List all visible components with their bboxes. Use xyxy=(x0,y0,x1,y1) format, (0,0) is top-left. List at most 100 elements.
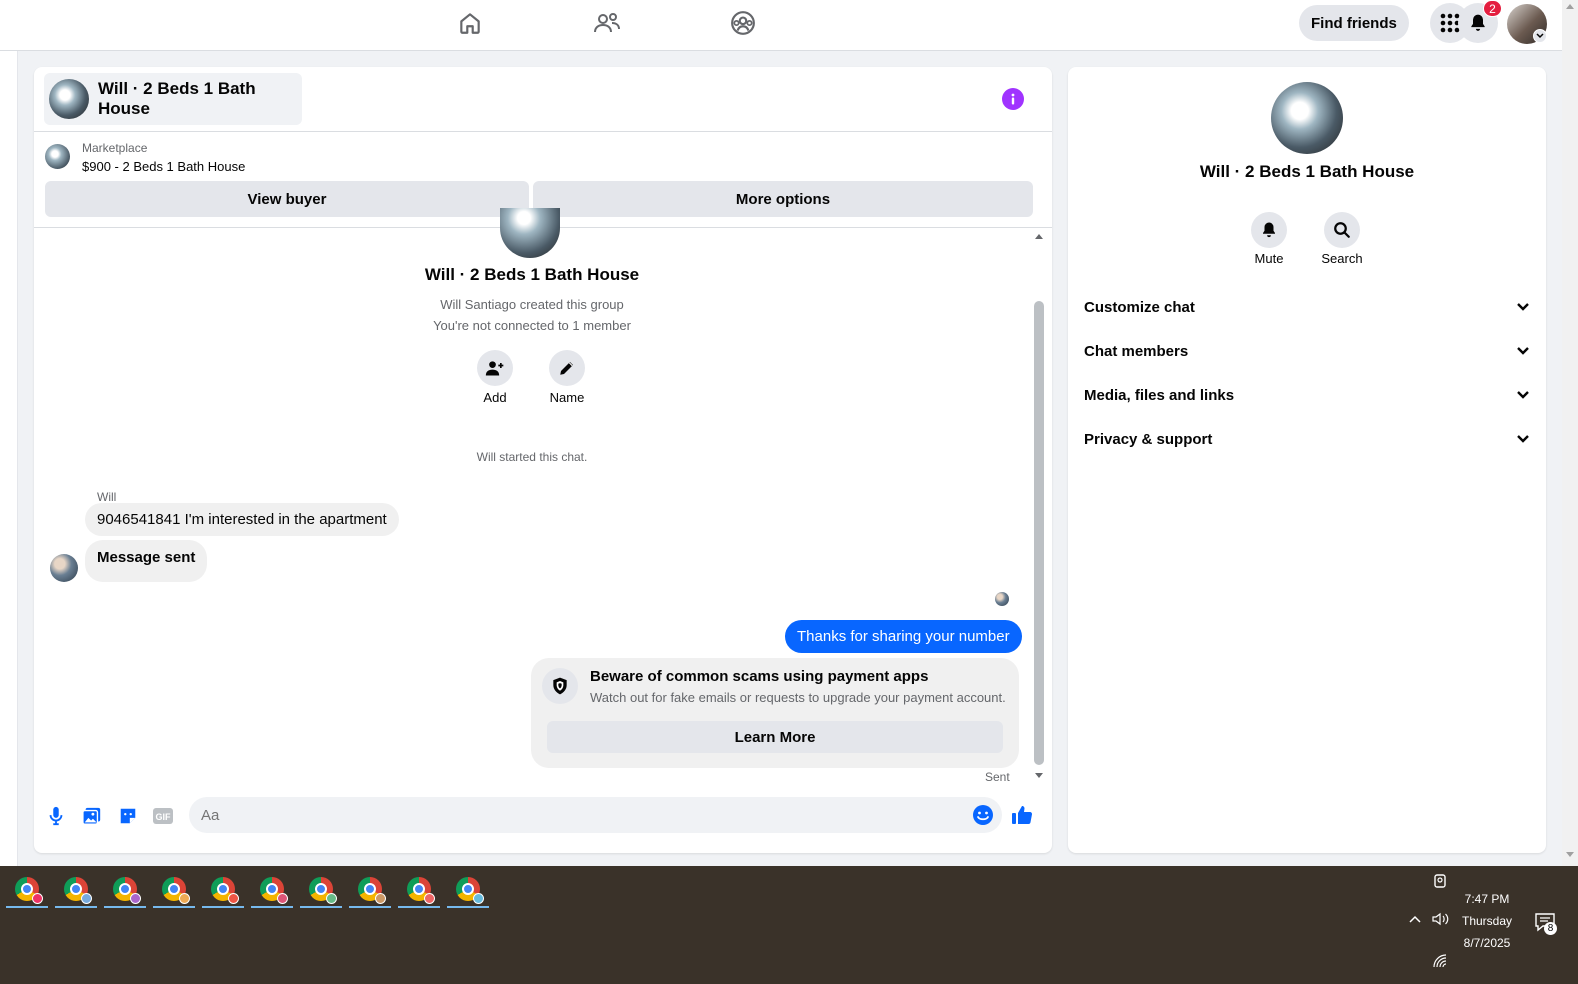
search-icon xyxy=(1334,222,1350,238)
group-avatar xyxy=(49,79,89,119)
scam-warning-title: Beware of common scams using payment app… xyxy=(590,668,929,685)
profile-badge-icon xyxy=(32,893,43,904)
profile-badge-icon xyxy=(424,893,435,904)
chrome-taskbar-button[interactable] xyxy=(55,872,97,908)
media-files-links-section[interactable]: Media, files and links xyxy=(1084,377,1530,413)
learn-more-button[interactable]: Learn More xyxy=(547,721,1003,753)
profile-badge-icon xyxy=(277,893,288,904)
chrome-taskbar-button[interactable] xyxy=(300,872,342,908)
profile-badge-icon xyxy=(473,893,484,904)
friends-icon[interactable] xyxy=(589,8,625,38)
info-group-avatar xyxy=(1271,82,1343,154)
meet-now-icon[interactable] xyxy=(1433,873,1447,889)
section-label: Privacy & support xyxy=(1084,430,1213,448)
page-scrollbar[interactable] xyxy=(1562,0,1578,866)
top-navigation: Find friends 2 xyxy=(0,0,1562,51)
notification-badge: 2 xyxy=(1483,0,1502,17)
chrome-icon xyxy=(309,877,337,904)
wifi-icon[interactable] xyxy=(1433,954,1447,968)
message-bubble[interactable]: 9046541841 I'm interested in the apartme… xyxy=(85,503,399,536)
chat-info-panel: Will · 2 Beds 1 Bath House Mute Search C… xyxy=(1068,67,1546,853)
sender-name: Will xyxy=(97,490,117,504)
volume-icon[interactable] xyxy=(1432,912,1450,926)
chevron-down-icon xyxy=(1517,435,1529,443)
notification-center-icon[interactable]: 8 xyxy=(1534,912,1558,935)
chrome-icon xyxy=(162,877,190,904)
message-scrollbar[interactable] xyxy=(1034,228,1046,788)
info-title: Will · 2 Beds 1 Bath House xyxy=(1199,162,1415,181)
message-composer: GIF xyxy=(34,792,1052,842)
search-button[interactable] xyxy=(1324,212,1360,248)
photo-icon[interactable] xyxy=(81,805,103,827)
clock-day[interactable]: Thursday xyxy=(1449,914,1525,928)
chrome-taskbar-button[interactable] xyxy=(153,872,195,908)
profile-badge-icon xyxy=(326,893,337,904)
customize-chat-section[interactable]: Customize chat xyxy=(1084,289,1530,325)
conversation-header: Will · 2 Beds 1 Bath House xyxy=(34,67,1052,132)
chat-started-note: Will started this chat. xyxy=(476,450,588,464)
profile-badge-icon xyxy=(179,893,190,904)
info-icon[interactable] xyxy=(1002,88,1024,110)
conversation-title: Will · 2 Beds 1 Bath House xyxy=(98,79,256,118)
add-member-button[interactable] xyxy=(477,350,513,386)
section-label: Media, files and links xyxy=(1084,386,1235,404)
pencil-icon xyxy=(560,362,573,375)
clock-date[interactable]: 8/7/2025 xyxy=(1449,936,1525,950)
chrome-taskbar-button[interactable] xyxy=(6,872,48,908)
conversation-panel: Will · 2 Beds 1 Bath House Marketplace $… xyxy=(34,67,1052,853)
outgoing-message-bubble[interactable]: Thanks for sharing your number xyxy=(785,620,1022,653)
add-label: Add xyxy=(483,390,507,405)
more-options-button[interactable]: More options xyxy=(533,181,1033,217)
emoji-icon[interactable] xyxy=(972,804,994,826)
read-receipt-avatar xyxy=(995,592,1009,606)
chrome-icon xyxy=(15,877,43,904)
message-bubble[interactable]: Message sent xyxy=(85,540,208,582)
chrome-icon xyxy=(113,877,141,904)
listing-title: $900 - 2 Beds 1 Bath House xyxy=(82,159,246,174)
intro-group-avatar xyxy=(500,208,560,258)
chrome-taskbar-button[interactable] xyxy=(251,872,293,908)
sticker-icon[interactable] xyxy=(117,805,139,827)
left-rail xyxy=(0,51,18,866)
chevron-up-icon[interactable] xyxy=(1408,914,1422,924)
scrollbar-thumb[interactable] xyxy=(1034,301,1044,765)
scam-warning-card: Beware of common scams using payment app… xyxy=(531,658,1019,768)
chat-members-section[interactable]: Chat members xyxy=(1084,333,1530,369)
sender-avatar[interactable] xyxy=(50,554,78,582)
thumbs-up-icon[interactable] xyxy=(1010,803,1034,827)
rename-button[interactable] xyxy=(549,350,585,386)
privacy-support-section[interactable]: Privacy & support xyxy=(1084,421,1530,457)
message-input[interactable] xyxy=(189,797,1002,833)
bell-icon xyxy=(1471,14,1485,31)
view-buyer-button[interactable]: View buyer xyxy=(45,181,529,217)
svg-text:GIF: GIF xyxy=(156,812,172,822)
search-label: Search xyxy=(1321,251,1363,266)
message-list: Will · 2 Beds 1 Bath House Will Santiago… xyxy=(34,208,1034,788)
chrome-taskbar-button[interactable] xyxy=(202,872,244,908)
profile-badge-icon xyxy=(81,893,92,904)
chrome-taskbar-button[interactable] xyxy=(104,872,146,908)
chrome-taskbar-button[interactable] xyxy=(349,872,391,908)
chrome-taskbar-button[interactable] xyxy=(447,872,489,908)
chevron-down-icon[interactable] xyxy=(1533,29,1547,43)
groups-icon[interactable] xyxy=(725,8,761,38)
home-icon[interactable] xyxy=(452,8,488,38)
gif-icon[interactable]: GIF xyxy=(152,805,174,827)
chevron-down-icon xyxy=(1517,391,1529,399)
scam-warning-text: Watch out for fake emails or requests to… xyxy=(590,690,1006,705)
mute-button[interactable] xyxy=(1251,212,1287,248)
profile-badge-icon xyxy=(375,893,386,904)
find-friends-button[interactable]: Find friends xyxy=(1299,5,1409,41)
chrome-taskbar-button[interactable] xyxy=(398,872,440,908)
listing-thumbnail xyxy=(45,144,70,169)
marketplace-label: Marketplace xyxy=(82,141,148,155)
windows-taskbar: 7:47 PM Thursday 8/7/2025 8 xyxy=(0,866,1578,984)
marketplace-listing[interactable]: Marketplace $900 - 2 Beds 1 Bath House xyxy=(34,133,1052,179)
sent-status: Sent xyxy=(985,770,1010,784)
microphone-icon[interactable] xyxy=(45,805,67,827)
section-label: Customize chat xyxy=(1084,298,1195,316)
clock-time[interactable]: 7:47 PM xyxy=(1449,892,1525,906)
profile-badge-icon xyxy=(130,893,141,904)
conversation-title-button[interactable]: Will · 2 Beds 1 Bath House xyxy=(44,73,302,125)
add-person-icon xyxy=(485,361,504,376)
